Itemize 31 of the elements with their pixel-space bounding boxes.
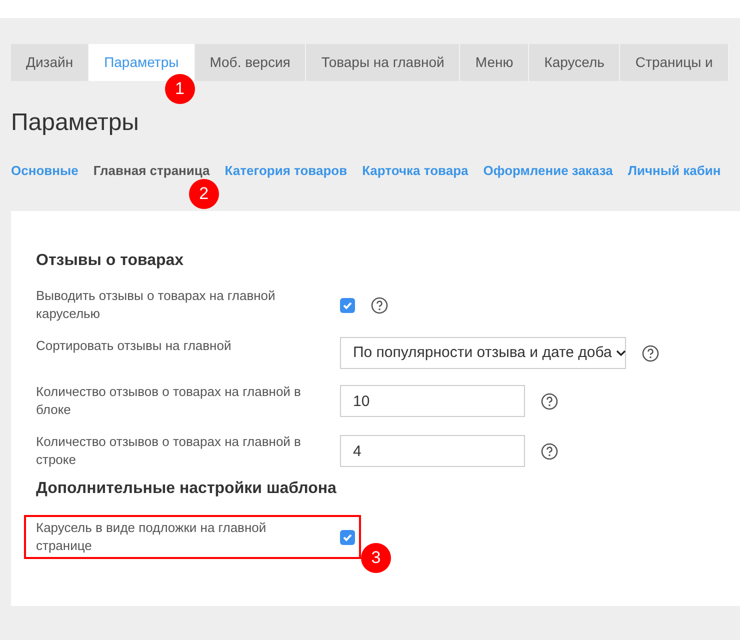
chevron-down-icon (616, 350, 626, 356)
sort-select[interactable]: По популярности отзыва и дате доба (340, 337, 626, 369)
number-badge: 2 (188, 179, 219, 209)
section-title: Отзывы о товарах (36, 251, 185, 271)
checkbox[interactable] (340, 530, 355, 544)
number-badge: 3 (361, 543, 391, 573)
number-badge: 1 (164, 74, 195, 104)
checkmark-icon (342, 300, 353, 310)
setting-label: Выводить отзывы о товарах на главной каруселью (36, 287, 276, 323)
setting-label: Количество отзывов о товарах на главной в блоке (36, 383, 302, 419)
page-title: Параметры (11, 108, 140, 138)
tab[interactable]: Товары на главной (306, 44, 460, 81)
help-icon[interactable] (541, 442, 558, 460)
help-icon[interactable] (371, 296, 388, 314)
tab[interactable]: Дизайн (11, 44, 90, 81)
setting-label: Количество отзывов о товарах на главной в строке (36, 433, 302, 469)
subtab-link[interactable]: Главная страница (93, 163, 210, 178)
tab[interactable]: Карусель (529, 44, 620, 81)
checkmark-icon (342, 532, 353, 542)
section-title: Дополнительные настройки шаблона (36, 479, 338, 499)
tab[interactable]: Моб. версия (194, 44, 306, 81)
input-field[interactable]: 4 (340, 435, 525, 467)
tab[interactable]: Меню (460, 44, 530, 81)
help-icon[interactable] (642, 344, 659, 362)
help-icon[interactable] (541, 392, 558, 410)
setting-label: Карусель в виде подложки на главной странице (36, 519, 268, 555)
setting-label: Сортировать отзывы на главной (36, 337, 232, 355)
input-field[interactable]: 10 (340, 385, 525, 417)
tab[interactable]: Параметры (89, 44, 195, 81)
tab[interactable]: Страницы и (620, 44, 729, 81)
checkbox[interactable] (340, 298, 355, 312)
